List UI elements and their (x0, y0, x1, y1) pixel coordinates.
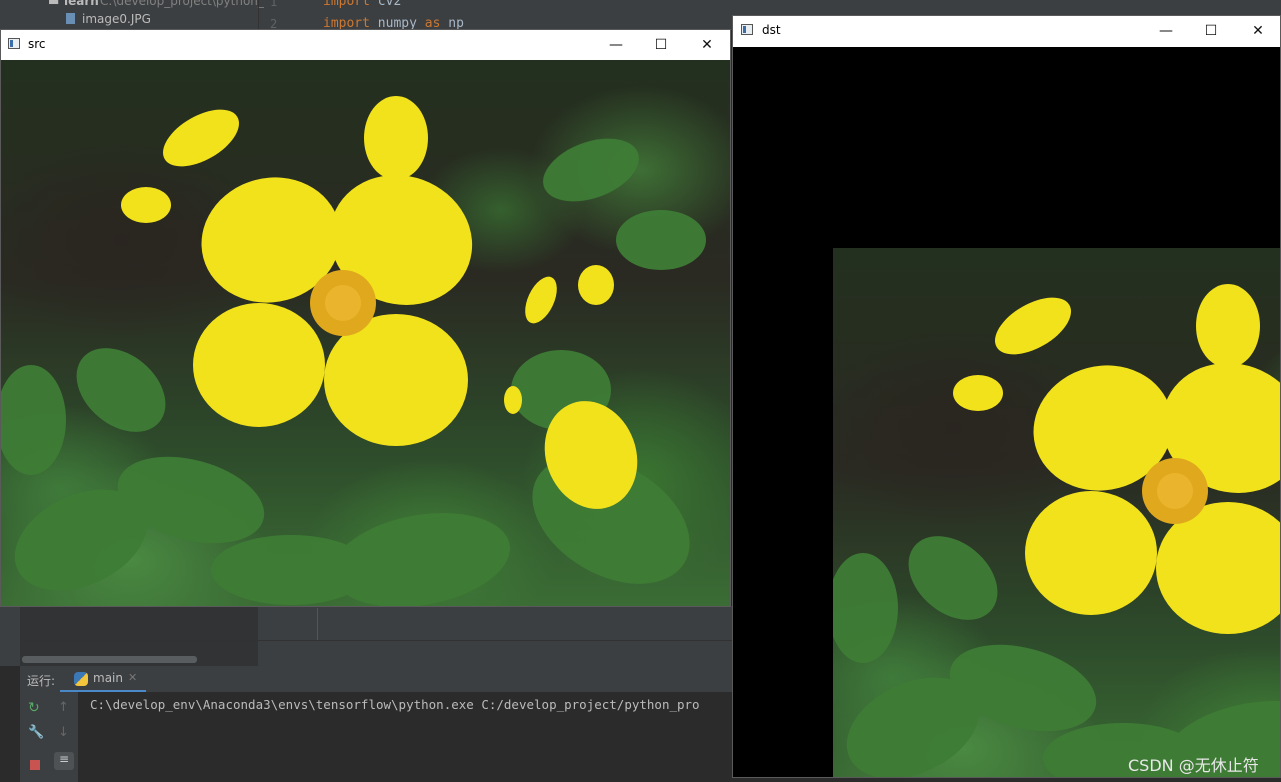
python-icon (74, 672, 88, 686)
window-title: src (28, 37, 46, 51)
dst-window[interactable]: dst — ☐ ✕ (732, 15, 1281, 778)
minimize-button[interactable]: — (593, 30, 639, 60)
divider (317, 608, 318, 640)
close-button[interactable]: ✕ (1235, 16, 1280, 46)
stop-icon[interactable] (30, 760, 40, 770)
tab-main[interactable]: main ✕ (60, 666, 146, 692)
line-number: 1 (270, 0, 278, 9)
image-file-icon (66, 13, 75, 24)
run-console[interactable]: C:\develop_env\Anaconda3\envs\tensorflow… (80, 692, 732, 782)
console-line: C:\develop_env\Anaconda3\envs\tensorflow… (90, 697, 700, 712)
watermark: CSDN @无休止符 (1128, 756, 1259, 775)
dst-canvas (733, 47, 1280, 777)
src-image (1, 60, 730, 606)
tree-folder-path: C:\develop_project\python_ (100, 0, 264, 8)
wrench-icon[interactable]: 🔧 (28, 725, 44, 740)
app-icon (741, 24, 753, 35)
divider (258, 0, 259, 30)
minimize-button[interactable]: — (1143, 16, 1189, 46)
close-button[interactable]: ✕ (684, 30, 730, 60)
soft-wrap-icon[interactable]: ≡ (54, 752, 74, 770)
ide-status-strip (0, 606, 732, 666)
run-toolbar: ↻ ↑ 🔧 ↓ ≡ (20, 692, 78, 782)
maximize-button[interactable]: ☐ (1188, 16, 1234, 46)
tab-label: main (93, 671, 123, 685)
flower-photo (1, 60, 730, 606)
code-module: cv2 (377, 0, 402, 9)
src-window[interactable]: src — ☐ ✕ (0, 29, 731, 607)
horizontal-scrollbar[interactable] (22, 656, 197, 663)
code-line-1[interactable]: import cv2 (323, 0, 401, 9)
run-panel-header: 运行: main ✕ (20, 666, 732, 692)
window-titlebar[interactable]: dst — ☐ ✕ (733, 16, 1280, 46)
arrow-down-icon[interactable]: ↓ (58, 725, 69, 740)
window-title: dst (762, 23, 781, 37)
tree-folder-name[interactable]: learn (64, 0, 99, 8)
maximize-button[interactable]: ☐ (638, 30, 684, 60)
tree-file-name[interactable]: image0.JPG (82, 12, 151, 26)
close-tab-icon[interactable]: ✕ (128, 671, 137, 684)
project-tree: ▬ learn C:\develop_project\python_ image… (0, 0, 264, 30)
code-keyword: import (323, 0, 370, 9)
app-icon (8, 38, 20, 49)
tree-folder-icon: ▬ (48, 0, 60, 8)
divider (20, 640, 732, 641)
window-titlebar[interactable]: src — ☐ ✕ (1, 30, 730, 60)
translated-image (833, 248, 1280, 777)
rerun-icon[interactable]: ↻ (28, 700, 40, 716)
arrow-up-icon[interactable]: ↑ (58, 700, 69, 715)
run-label: 运行: (27, 674, 56, 688)
flower-photo (833, 248, 1280, 777)
